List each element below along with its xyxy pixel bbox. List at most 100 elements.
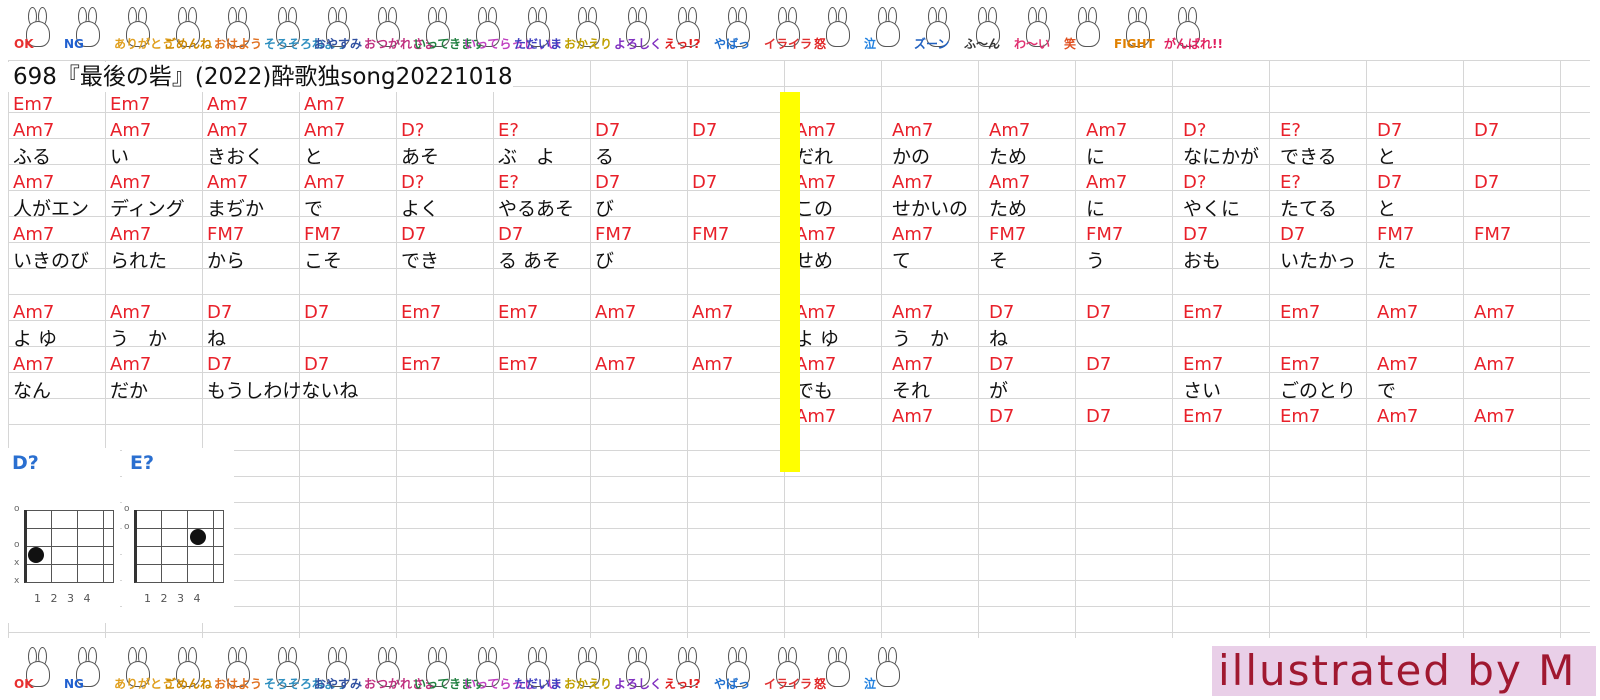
finger-dot — [28, 547, 44, 563]
sticker-text: よろしく — [614, 677, 663, 691]
rabbit-oyasumi-icon: おやすみ — [314, 7, 362, 51]
lyric-cell: て — [892, 250, 912, 272]
rabbit-ng-icon: NG — [64, 7, 110, 51]
chord-cell: D7 — [1377, 120, 1403, 141]
lyric-cell: た — [1377, 250, 1397, 272]
chord-cell: Am7 — [692, 354, 734, 375]
rabbit-okaeri-icon: おかえり — [564, 7, 613, 51]
sticker-text: 笑 — [1064, 37, 1077, 51]
chord-cell: Em7 — [1280, 354, 1321, 375]
lyric-cell: が — [989, 380, 1009, 402]
rabbit-yoroshiku-icon: ありがとう — [114, 647, 174, 691]
rabbit-ng-icon: NG — [64, 647, 110, 691]
chord-cell: D7 — [207, 302, 233, 323]
sticker-text: わ〜い — [1014, 37, 1051, 51]
finger-dot — [190, 529, 206, 545]
chord-cell: Em7 — [401, 302, 442, 323]
sticker-text: OK — [14, 37, 34, 51]
lyric-cell: いたかっ — [1280, 250, 1357, 272]
chord-cell: Em7 — [1183, 354, 1224, 375]
chord-cell: Em7 — [1280, 302, 1321, 323]
lyric-cell: よ ゆ — [13, 328, 58, 350]
chord-cell: Am7 — [110, 224, 152, 245]
lyric-cell: う か — [110, 328, 168, 350]
rabbit-waai-icon: わ〜い — [1014, 7, 1060, 51]
chord-cell: FM7 — [1377, 224, 1415, 245]
rabbit-hn-icon: ふ〜ん — [964, 7, 1010, 51]
lyric-cell: る あそ — [498, 250, 562, 272]
chord-cell: D7 — [498, 224, 524, 245]
chord-cell: Em7 — [498, 354, 539, 375]
fret-numbers: 1 2 3 4 — [144, 592, 201, 605]
chord-cell: Am7 — [13, 172, 55, 193]
rabbit-tadaima-icon: ただいま — [514, 7, 563, 51]
lyric-cell: できる — [1280, 146, 1337, 168]
rabbit-ok-icon: OK — [14, 647, 60, 691]
rabbit-oyasumi-icon: おやすみ — [314, 647, 363, 691]
lyric-cell: まぢか — [207, 198, 265, 220]
lyric-cell: ディング — [110, 198, 185, 220]
string-marker: x — [14, 558, 20, 568]
lyric-cell: ね — [989, 328, 1009, 350]
rabbit-sun-icon: おはよう — [214, 7, 262, 51]
lyric-cell: こそ — [304, 250, 343, 272]
fret-numbers: 1 2 3 4 — [34, 592, 91, 605]
chord-cell: Em7 — [1280, 406, 1321, 427]
rabbit-otsukare-icon: おつかれさま — [364, 647, 436, 691]
lyric-cell: ぶ よ — [498, 146, 556, 168]
sticker-text: おかえり — [564, 677, 613, 691]
string-marker: o — [14, 540, 20, 550]
chord-cell: Am7 — [595, 354, 637, 375]
lyric-cell: う か — [892, 328, 950, 350]
lyric-cell: いきのび — [13, 250, 90, 272]
chord-cell: Am7 — [110, 354, 152, 375]
chord-cell: Am7 — [207, 172, 249, 193]
lyric-cell: で — [1377, 380, 1397, 402]
chord-cell: Am7 — [1377, 354, 1419, 375]
chord-cell: Em7 — [110, 94, 151, 115]
rabbit-e-icon: えっ!? — [664, 647, 710, 691]
rabbit-moon-icon: そろそろねよう — [264, 7, 348, 51]
chord-cell: Em7 — [498, 302, 539, 323]
string-marker: x — [14, 576, 20, 586]
chord-cell: D7 — [989, 302, 1015, 323]
chord-cell: Am7 — [13, 224, 55, 245]
chord-cell: D7 — [692, 172, 718, 193]
rabbit-e-icon: えっ!? — [664, 7, 710, 51]
song-title: 698『最後の砦』(2022)酔歌独song20221018 — [8, 62, 513, 92]
chord-cell: FM7 — [1474, 224, 1512, 245]
chord-cell: D7 — [1086, 302, 1112, 323]
chord-cell: Am7 — [207, 120, 249, 141]
chord-cell: D7 — [1183, 224, 1209, 245]
rabbit-otsukare-icon: おつかれさま — [364, 7, 436, 51]
lyric-cell: なにかが — [1183, 146, 1260, 168]
sticker-text: ただいま — [514, 37, 563, 51]
chord-cell: FM7 — [692, 224, 730, 245]
chord-cell: E? — [498, 120, 519, 141]
lyric-cell: ふる — [13, 146, 52, 168]
chord-cell: Am7 — [110, 172, 152, 193]
chord-cell: Am7 — [1474, 406, 1516, 427]
lyric-cell: さい — [1183, 380, 1222, 402]
lyric-cell: ごのとり — [1280, 380, 1357, 402]
chord-cell: FM7 — [304, 224, 342, 245]
chord-cell: Am7 — [110, 120, 152, 141]
rabbit-tadaima-icon: ただいま — [514, 647, 562, 691]
lyric-cell: せかいの — [892, 198, 969, 220]
chord-cell: D7 — [1280, 224, 1306, 245]
rabbit-iraira-icon: イライラ — [764, 7, 812, 51]
rabbit-ganbare-icon: がんばれ!! — [1164, 7, 1223, 51]
rabbit-ikari-icon: 怒 — [814, 647, 860, 691]
rabbit-gomen-icon: ごめんね — [164, 647, 212, 691]
chord-cell: D? — [401, 120, 425, 141]
lyric-cell: ため — [989, 146, 1028, 168]
rabbit-zuun-icon: ズーン — [914, 7, 960, 51]
lyric-cell: と — [1377, 146, 1397, 168]
rabbit-itterasshai-icon: いってらっしゃい — [464, 7, 559, 51]
lyric-cell: に — [1086, 146, 1106, 168]
chord-cell: D7 — [595, 172, 621, 193]
lyric-cell: と — [304, 146, 324, 168]
sticker-text: おかえり — [564, 37, 613, 51]
sticker-text: 怒 — [814, 677, 827, 691]
sticker-text: おやすみ — [314, 677, 363, 691]
